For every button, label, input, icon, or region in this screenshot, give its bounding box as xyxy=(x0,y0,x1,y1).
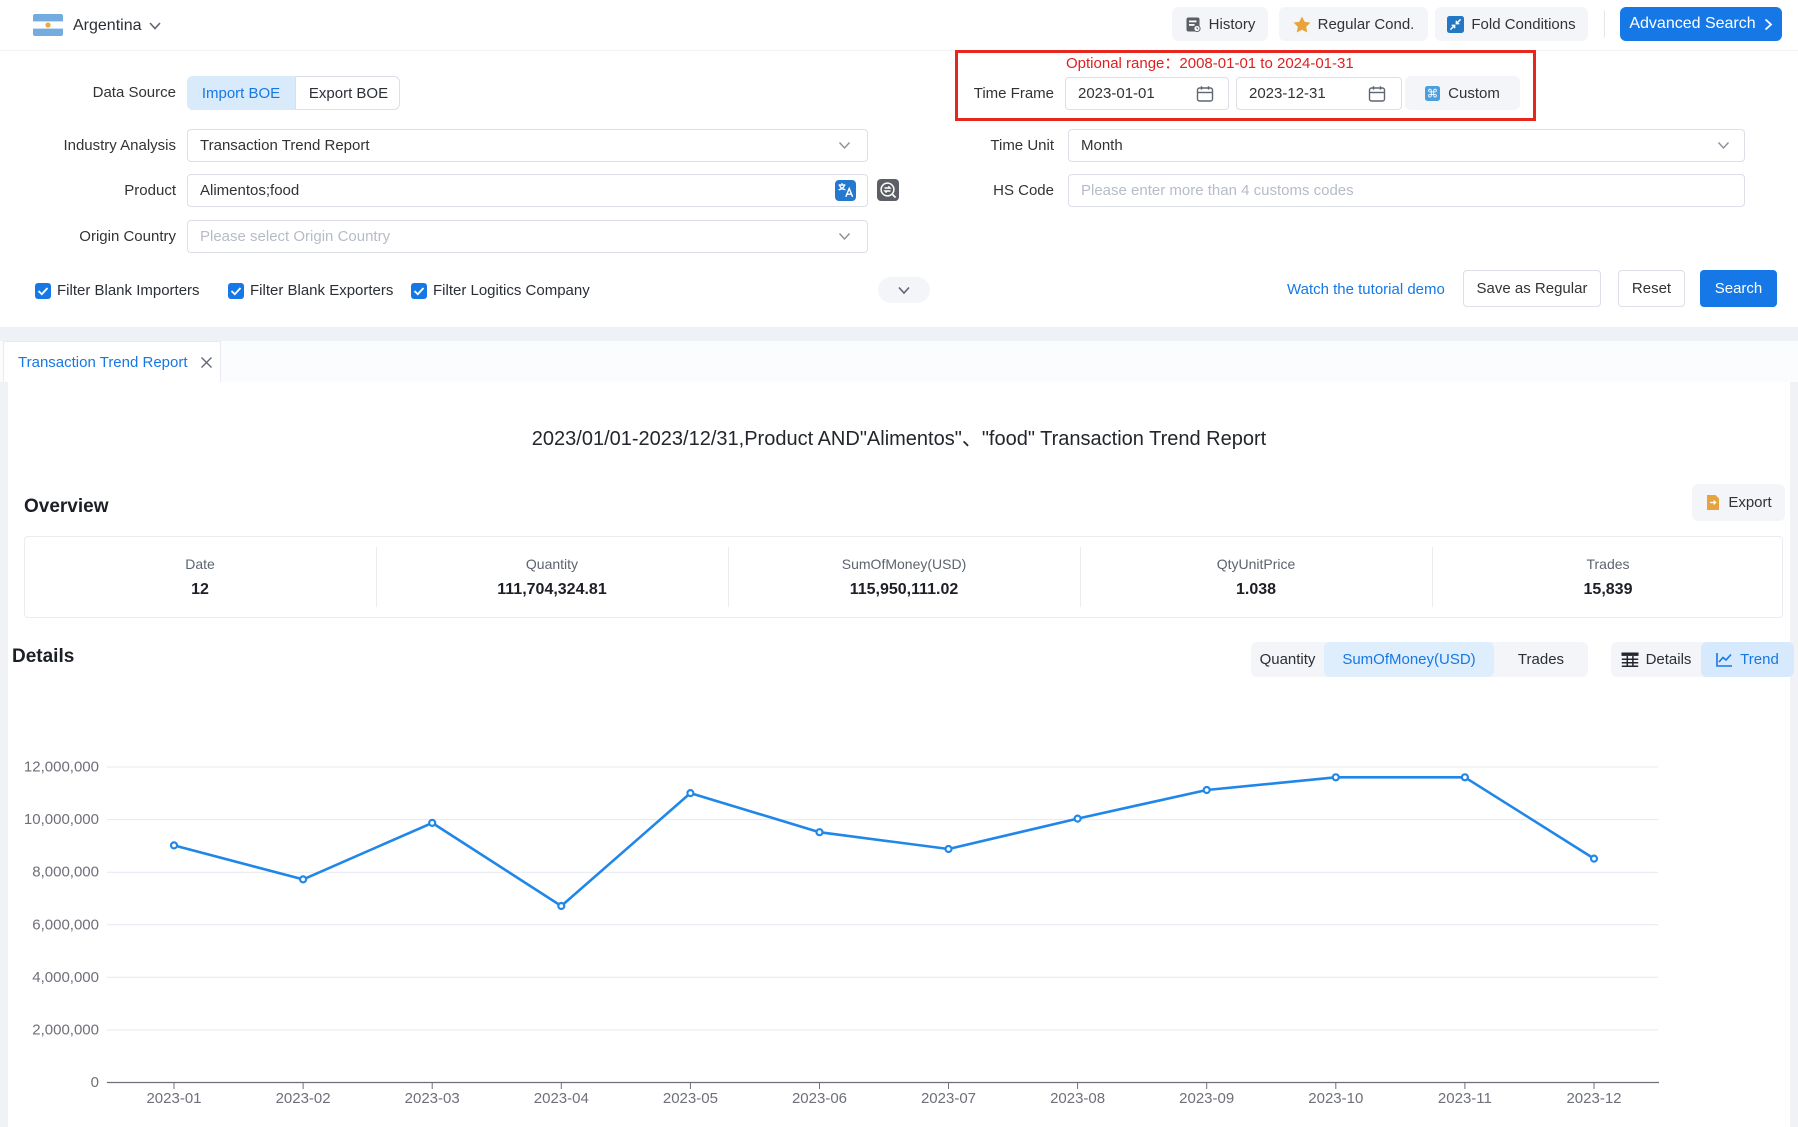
svg-text:2023-07: 2023-07 xyxy=(921,1090,976,1107)
svg-text:10,000,000: 10,000,000 xyxy=(24,811,99,828)
svg-text:⌘: ⌘ xyxy=(1427,87,1439,100)
svg-text:6,000,000: 6,000,000 xyxy=(32,916,99,933)
svg-text:2023-04: 2023-04 xyxy=(534,1090,589,1107)
svg-text:4,000,000: 4,000,000 xyxy=(32,969,99,986)
svg-text:2023-02: 2023-02 xyxy=(276,1090,331,1107)
svg-text:2,000,000: 2,000,000 xyxy=(32,1021,99,1038)
svg-text:2023-06: 2023-06 xyxy=(792,1090,847,1107)
svg-text:2023-05: 2023-05 xyxy=(663,1090,718,1107)
svg-text:2023-08: 2023-08 xyxy=(1050,1090,1105,1107)
svg-text:2023-09: 2023-09 xyxy=(1179,1090,1234,1107)
svg-text:2023-03: 2023-03 xyxy=(405,1090,460,1107)
svg-text:2023-10: 2023-10 xyxy=(1308,1090,1363,1107)
svg-text:2023-12: 2023-12 xyxy=(1566,1090,1621,1107)
svg-text:2023-11: 2023-11 xyxy=(1438,1090,1492,1107)
svg-text:8,000,000: 8,000,000 xyxy=(32,864,99,881)
svg-text:2023-01: 2023-01 xyxy=(146,1090,201,1107)
svg-text:12,000,000: 12,000,000 xyxy=(24,759,99,776)
svg-text:0: 0 xyxy=(91,1074,99,1091)
